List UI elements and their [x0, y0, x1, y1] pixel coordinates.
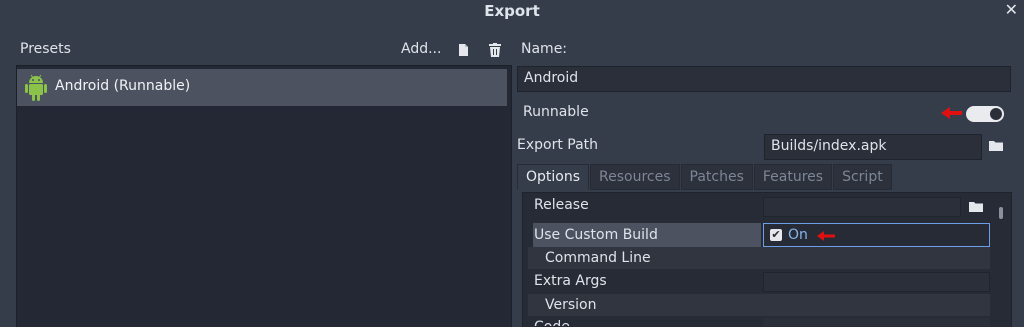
annotation-arrow-icon — [816, 230, 836, 246]
close-icon[interactable]: ✕ — [1005, 0, 1018, 19]
use-custom-build-value: On — [788, 227, 808, 243]
runnable-label: Runnable — [523, 104, 589, 120]
export-path-field[interactable]: Builds/index.apk — [764, 134, 982, 160]
extra-args-field[interactable] — [763, 272, 990, 292]
version-label: Version — [545, 297, 597, 313]
presets-label: Presets — [20, 41, 71, 57]
checkmark-icon[interactable]: ✔ — [770, 229, 782, 241]
code-field[interactable] — [763, 318, 990, 326]
release-path-field[interactable] — [763, 197, 961, 217]
trash-icon[interactable] — [486, 41, 504, 59]
runnable-toggle[interactable] — [966, 106, 1004, 122]
export-tabs: Options Resources Patches Features Scrip… — [517, 164, 893, 192]
duplicate-icon[interactable] — [455, 41, 473, 59]
window-title: Export — [484, 2, 540, 20]
preset-item-label: Android (Runnable) — [55, 78, 191, 94]
folder-icon[interactable] — [968, 199, 988, 215]
tab-resources[interactable]: Resources — [590, 164, 680, 190]
name-label: Name: — [521, 41, 568, 57]
code-label: Code — [534, 319, 570, 326]
version-section[interactable] — [528, 294, 990, 316]
annotation-arrow-icon — [940, 106, 964, 124]
tab-features[interactable]: Features — [753, 164, 833, 190]
use-custom-build-label: Use Custom Build — [534, 227, 658, 243]
android-icon — [24, 74, 48, 106]
extra-args-label: Extra Args — [534, 273, 607, 289]
export-path-label: Export Path — [517, 137, 599, 153]
release-label: Release — [534, 197, 589, 213]
add-preset-button[interactable]: Add... — [401, 41, 441, 57]
tab-options[interactable]: Options — [517, 164, 590, 190]
tab-patches[interactable]: Patches — [680, 164, 753, 190]
tab-script[interactable]: Script — [833, 164, 892, 190]
command-line-label: Command Line — [545, 250, 651, 266]
options-scrollbar[interactable] — [999, 207, 1003, 219]
folder-icon[interactable] — [988, 138, 1008, 154]
toggle-knob — [990, 108, 1002, 120]
name-field[interactable]: Android — [517, 66, 1011, 92]
